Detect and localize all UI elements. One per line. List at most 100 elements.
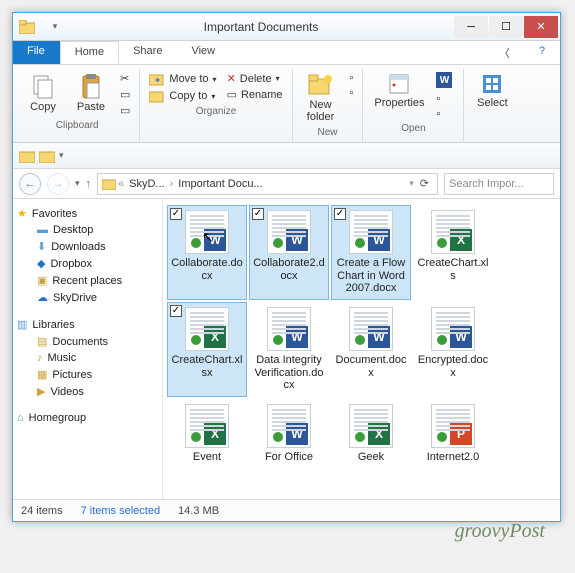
dropdown-icon[interactable]: ▾ — [59, 150, 64, 161]
sidebar-favorites[interactable]: ★Favorites — [15, 205, 160, 222]
paste-shortcut-button[interactable]: ▭ — [117, 103, 133, 118]
tab-file[interactable]: File — [13, 41, 60, 64]
file-icon: W — [267, 404, 311, 448]
history-button[interactable]: ▫ — [433, 107, 457, 121]
recent-dropdown-icon[interactable]: ▾ — [75, 178, 80, 189]
titlebar[interactable]: ▾ Important Documents ─ ☐ ✕ — [13, 13, 560, 41]
refresh-button[interactable]: ⟳ — [416, 177, 433, 190]
moveto-icon — [149, 72, 165, 86]
file-label: Data Integrity Verification.docx — [252, 354, 326, 392]
edit-button[interactable]: ▫ — [433, 92, 457, 106]
videos-icon: ▶ — [37, 385, 45, 398]
sync-badge-icon — [190, 237, 202, 249]
file-label: Geek — [358, 451, 384, 464]
ribbon-tabs: File Home Share View 〈 ? — [13, 41, 560, 65]
sidebar-item-downloads[interactable]: ⬇Downloads — [15, 238, 160, 255]
folder-icon — [102, 178, 116, 190]
tab-view[interactable]: View — [177, 41, 230, 64]
copyto-icon — [149, 89, 165, 103]
sidebar-item-desktop[interactable]: ▬Desktop — [15, 222, 160, 238]
breadcrumb-segment[interactable]: Important Docu... — [175, 178, 265, 190]
group-select: Select — [464, 69, 520, 142]
copyto-button[interactable]: Copy to▾ — [146, 88, 219, 104]
properties-button[interactable]: Properties — [369, 71, 429, 111]
file-icon: X — [431, 210, 475, 254]
file-item[interactable]: ✓W↖Collaborate.docx — [167, 205, 247, 300]
help-icon[interactable]: ? — [525, 41, 560, 64]
file-item[interactable]: X Geek — [331, 399, 411, 469]
open-button[interactable]: W — [433, 71, 457, 91]
excel-icon: X — [204, 326, 226, 348]
copypath-button[interactable]: ▭ — [117, 87, 133, 102]
quick-toolbar: ▾ — [13, 143, 560, 169]
new-item-button[interactable]: ▫ — [347, 71, 357, 85]
tab-home[interactable]: Home — [60, 41, 119, 64]
maximize-button[interactable]: ☐ — [489, 16, 523, 38]
file-item[interactable]: XEvent — [167, 399, 247, 469]
word-icon: W — [436, 72, 452, 88]
file-item[interactable]: ✓XCreateChart.xlsx — [167, 302, 247, 397]
new-item-icon: ▫ — [350, 72, 354, 84]
easy-access-icon: ▫ — [350, 87, 354, 99]
new-folder-button[interactable]: New folder — [299, 71, 343, 125]
moveto-button[interactable]: Move to▾ — [146, 71, 219, 87]
cut-button[interactable]: ✂ — [117, 71, 133, 86]
file-item[interactable]: ✓WCreate a Flow Chart in Word 2007.docx — [331, 205, 411, 300]
file-item[interactable]: W Data Integrity Verification.docx — [249, 302, 329, 397]
checkbox-icon[interactable]: ✓ — [170, 305, 182, 317]
copy-button[interactable]: Copy — [21, 71, 65, 115]
dropdown-icon[interactable]: ▾ — [41, 21, 69, 32]
group-organize: Move to▾ Copy to▾ ✕ Delete▾ ▭ Rename — [140, 69, 292, 142]
group-clipboard: Copy Paste ✂ ▭ ▭ Clipboard — [15, 69, 140, 142]
group-label-open: Open — [401, 121, 425, 136]
pictures-icon: ▦ — [37, 368, 47, 381]
file-item[interactable]: ✓WCollaborate2.docx — [249, 205, 329, 300]
file-item[interactable]: XCreateChart.xls — [413, 205, 493, 300]
documents-icon: ▤ — [37, 335, 47, 348]
folder-icon — [13, 20, 41, 34]
sidebar-item-skydrive[interactable]: ☁SkyDrive — [15, 289, 160, 306]
ribbon-collapse-icon[interactable]: 〈 — [485, 41, 525, 64]
checkbox-icon[interactable]: ✓ — [252, 208, 264, 220]
easy-access-button[interactable]: ▫ — [347, 86, 357, 100]
tab-share[interactable]: Share — [119, 41, 177, 64]
minimize-button[interactable]: ─ — [454, 16, 488, 38]
file-icon: X — [349, 404, 393, 448]
forward-button[interactable]: → — [47, 173, 69, 195]
file-item[interactable]: PInternet2.0 — [413, 399, 493, 469]
delete-button[interactable]: ✕ Delete▾ — [224, 71, 286, 86]
sidebar-libraries[interactable]: ▥Libraries — [15, 316, 160, 333]
sidebar-item-recent[interactable]: ▣Recent places — [15, 272, 160, 289]
search-input[interactable]: Search Impor... — [444, 173, 554, 195]
back-button[interactable]: ← — [19, 173, 41, 195]
sidebar-item-music[interactable]: ♪Music — [15, 350, 160, 366]
word-icon: W — [286, 326, 308, 348]
rename-button[interactable]: ▭ Rename — [224, 87, 286, 102]
close-button[interactable]: ✕ — [524, 16, 558, 38]
star-icon: ★ — [17, 207, 27, 220]
up-button[interactable]: ↑ — [86, 178, 92, 190]
excel-icon: X — [368, 423, 390, 445]
sidebar-item-dropbox[interactable]: ◆Dropbox — [15, 255, 160, 272]
paste-button[interactable]: Paste — [69, 71, 113, 115]
folder-icon — [39, 149, 55, 163]
file-item[interactable]: WDocument.docx — [331, 302, 411, 397]
breadcrumb[interactable]: « SkyD... › Important Docu... ▾ ⟳ — [97, 173, 438, 195]
statusbar: 24 items 7 items selected 14.3 MB — [13, 499, 560, 521]
sync-badge-icon — [354, 334, 366, 346]
file-item[interactable]: WFor Office — [249, 399, 329, 469]
recent-icon: ▣ — [37, 274, 47, 287]
chevron-down-icon[interactable]: ▾ — [409, 178, 414, 189]
select-button[interactable]: Select — [470, 71, 514, 111]
breadcrumb-segment[interactable]: SkyD... — [126, 178, 167, 190]
sidebar-item-videos[interactable]: ▶Videos — [15, 383, 160, 400]
sidebar-item-pictures[interactable]: ▦Pictures — [15, 366, 160, 383]
sidebar-homegroup[interactable]: ⌂Homegroup — [15, 410, 160, 426]
sync-badge-icon — [190, 334, 202, 346]
checkbox-icon[interactable]: ✓ — [334, 208, 346, 220]
checkbox-icon[interactable]: ✓ — [170, 208, 182, 220]
sidebar-item-documents[interactable]: ▤Documents — [15, 333, 160, 350]
group-label-clipboard: Clipboard — [56, 118, 99, 133]
file-item[interactable]: WEncrypted.docx — [413, 302, 493, 397]
word-icon: W — [368, 229, 390, 251]
